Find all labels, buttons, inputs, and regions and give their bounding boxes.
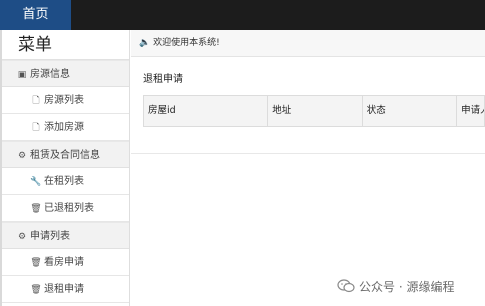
document-icon: 🗋 bbox=[32, 96, 40, 106]
sidebar-group-label: 租赁及合同信息 bbox=[30, 150, 100, 161]
watermark: 公众号 · 源缘编程 bbox=[337, 276, 454, 296]
sidebar-item-label: 退租申请 bbox=[44, 284, 84, 295]
trash-icon: 🗑 bbox=[30, 204, 42, 214]
column-header-applicant[interactable]: 申请人 bbox=[457, 96, 484, 126]
column-header-status[interactable]: 状态 bbox=[363, 96, 458, 126]
page-title: 退租申请 bbox=[143, 74, 183, 85]
sidebar-item-renting-list[interactable]: 🔧 在租列表 bbox=[2, 168, 129, 195]
column-header-house-id[interactable]: 房屋id bbox=[144, 96, 269, 126]
trash-icon: 🗑 bbox=[30, 258, 42, 268]
watermark-text: 公众号 · 源缘编程 bbox=[359, 279, 455, 294]
welcome-notice: 🔈 欢迎使用本系统! bbox=[131, 30, 485, 57]
sidebar-item-label: 添加房源 bbox=[44, 122, 84, 133]
sidebar-group-label: 房源信息 bbox=[30, 69, 70, 80]
gear-icon: ⚙ bbox=[17, 232, 27, 242]
gear-icon: ⚙ bbox=[17, 151, 27, 161]
sidebar-group-applications[interactable]: ⚙ 申请列表 bbox=[2, 222, 129, 249]
speaker-icon: 🔈 bbox=[139, 38, 151, 48]
notice-text: 欢迎使用本系统! bbox=[153, 38, 220, 48]
content-divider bbox=[131, 153, 485, 154]
wrench-icon: 🔧 bbox=[30, 177, 42, 187]
sidebar-group-label: 申请列表 bbox=[30, 231, 70, 242]
sidebar-title: 菜单 bbox=[2, 30, 129, 60]
column-header-address[interactable]: 地址 bbox=[268, 96, 363, 126]
sidebar-item-label: 房源列表 bbox=[44, 95, 84, 106]
top-navbar: 首页 bbox=[0, 0, 485, 30]
sidebar-group-property-info[interactable]: ▣ 房源信息 bbox=[2, 60, 129, 87]
checkout-requests-table: 房屋id 地址 状态 申请人 bbox=[143, 95, 485, 127]
sidebar-item-label: 看房申请 bbox=[44, 257, 84, 268]
sidebar-item-label: 已退租列表 bbox=[44, 203, 94, 214]
sidebar-item-property-list[interactable]: 🗋 房源列表 bbox=[2, 87, 129, 114]
sidebar-item-viewing-requests[interactable]: 🗑 看房申请 bbox=[2, 249, 129, 276]
sidebar-item-add-property[interactable]: 🗋 添加房源 bbox=[2, 114, 129, 141]
document-icon: 🗋 bbox=[32, 123, 40, 133]
sidebar-item-checked-out-list[interactable]: 🗑 已退租列表 bbox=[2, 195, 129, 222]
house-icon: ▣ bbox=[17, 70, 27, 80]
sidebar-menu: 菜单 ▣ 房源信息 🗋 房源列表 🗋 添加房源 ⚙ 租赁及合同信息 🔧 在租列表 🗑 已退租… bbox=[0, 30, 130, 306]
sidebar-item-checkout-requests[interactable]: 🗑 退租申请 bbox=[2, 276, 129, 303]
wechat-icon bbox=[337, 279, 355, 293]
trash-icon: 🗑 bbox=[30, 285, 42, 295]
sidebar-item-label: 在租列表 bbox=[44, 176, 84, 187]
home-tab[interactable]: 首页 bbox=[0, 0, 71, 30]
sidebar-group-lease-contract[interactable]: ⚙ 租赁及合同信息 bbox=[2, 141, 129, 168]
